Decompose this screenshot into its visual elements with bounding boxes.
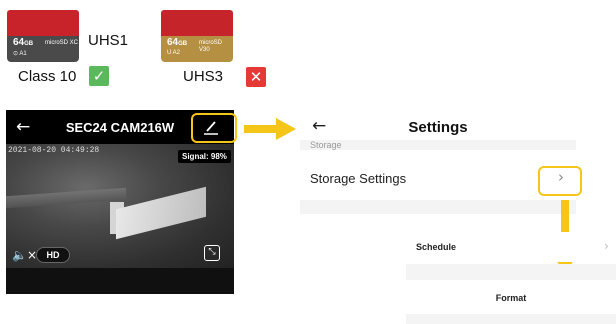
highlight-edit [191, 113, 237, 143]
divider [406, 264, 616, 280]
cross-icon: ✕ [246, 67, 266, 87]
video-wall [6, 187, 126, 209]
card-brand: microSD V30 [199, 40, 223, 53]
class10-label: Class 10 [18, 68, 77, 85]
quality-hd-button[interactable]: HD [36, 247, 70, 263]
sd-card-uhs1: 64GB ⊙ A1 microSD XC [7, 10, 79, 62]
video-object [116, 186, 206, 240]
schedule-row[interactable]: Schedule › [406, 232, 616, 262]
sd-card-uhs3: 64GB U A2 microSD V30 [161, 10, 233, 62]
storage-settings-row[interactable]: Storage Settings › [300, 158, 576, 198]
check-icon: ✓ [89, 66, 109, 86]
format-button[interactable]: Format [406, 282, 616, 312]
settings-title: Settings [408, 119, 468, 136]
uhs1-label: UHS1 [88, 32, 129, 49]
divider [406, 314, 616, 324]
format-label: Format [495, 293, 527, 303]
card-capacity: 64GB [13, 37, 34, 48]
storage-options: Schedule › Format [406, 232, 616, 324]
camera-timestamp: 2021-08-20 04:49:28 [8, 146, 100, 155]
settings-screen: ← Settings Storage Storage Settings › [300, 110, 576, 214]
divider [300, 200, 576, 214]
camera-footer [6, 268, 234, 294]
card-brand: microSD XC [45, 40, 79, 46]
card-top [161, 10, 233, 36]
signal-badge: Signal: 98% [178, 150, 231, 163]
fullscreen-icon[interactable]: ⤡ [204, 245, 220, 261]
arrow-right-icon [244, 118, 296, 140]
card-capacity: 64GB [167, 37, 188, 48]
uhs3-label: UHS3 [183, 68, 224, 85]
highlight-chevron [538, 166, 582, 196]
chevron-right-icon: › [604, 239, 609, 253]
mute-icon[interactable]: 🔈× [12, 248, 37, 262]
card-top [7, 10, 79, 36]
storage-settings-label: Storage Settings [310, 171, 407, 186]
card-class: U A2 [167, 50, 181, 56]
storage-section-label: Storage [310, 140, 342, 150]
card-class: ⊙ A1 [13, 51, 27, 57]
schedule-label: Schedule [416, 242, 457, 252]
